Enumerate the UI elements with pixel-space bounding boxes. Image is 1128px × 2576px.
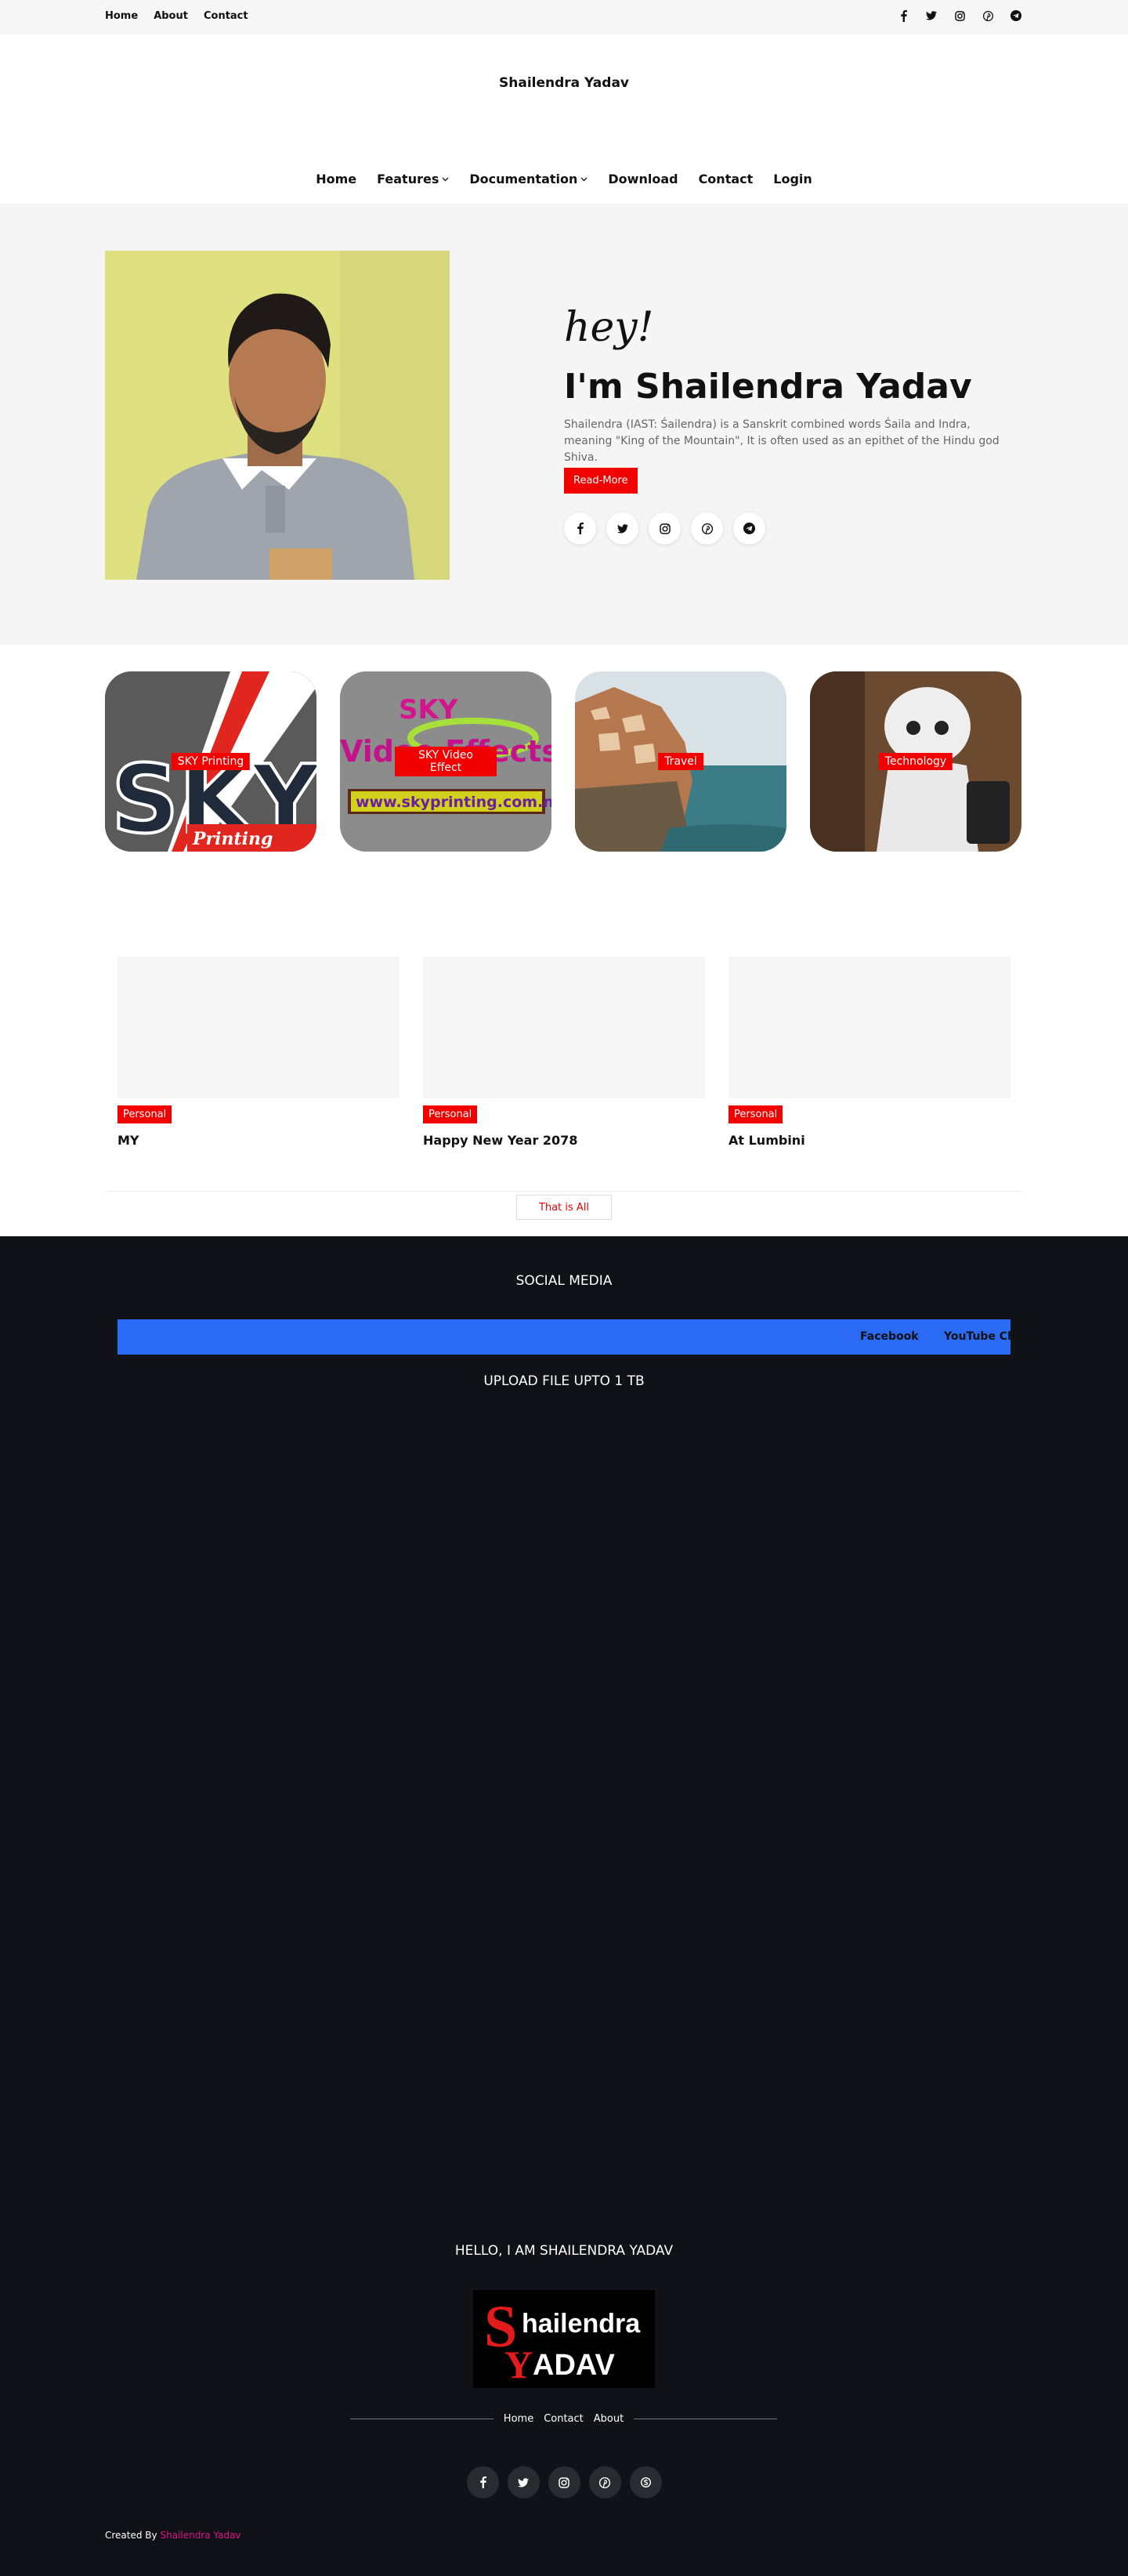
- post-thumbnail[interactable]: [118, 957, 400, 1098]
- skype-icon[interactable]: [629, 2466, 662, 2498]
- marquee-link-youtube[interactable]: YouTube Channel: [944, 1330, 1010, 1343]
- telegram-icon[interactable]: [1009, 9, 1023, 23]
- pinterest-icon[interactable]: [691, 512, 723, 545]
- posts-divider: [105, 1191, 1023, 1192]
- svg-text:Y: Y: [504, 2343, 533, 2386]
- footer-social-icons: [0, 2466, 1128, 2498]
- footer-link-contact[interactable]: Contact: [544, 2413, 584, 2425]
- facebook-icon[interactable]: [466, 2466, 499, 2498]
- footer-credit: Created By Shailendra Yadav: [105, 2530, 241, 2541]
- hero-greeting: hey!: [564, 304, 654, 351]
- post-card[interactable]: Personal Happy New Year 2078: [423, 957, 705, 1148]
- pinterest-icon[interactable]: [981, 9, 995, 23]
- svg-text:SKY: SKY: [399, 694, 458, 725]
- category-cards: SKY Printing SKY Printing SKY Video Effe…: [105, 671, 1021, 852]
- credit-prefix: Created By: [105, 2530, 157, 2541]
- social-marquee: Facebook YouTube Channel: [118, 1319, 1010, 1355]
- main-nav: Home Features Documentation Download Con…: [0, 172, 1128, 186]
- twitter-icon[interactable]: [924, 9, 938, 23]
- category-label: Technology: [878, 753, 953, 770]
- post-tag[interactable]: Personal: [728, 1105, 783, 1123]
- nav-item-label: Contact: [698, 172, 754, 186]
- read-more-button[interactable]: Read-More: [564, 468, 638, 494]
- instagram-icon[interactable]: [953, 9, 967, 23]
- hero-description: Shailendra (IAST: Śailendra) is a Sanskr…: [564, 418, 1000, 464]
- that-is-all-button[interactable]: That is All: [516, 1195, 612, 1220]
- post-tag[interactable]: Personal: [118, 1105, 172, 1123]
- post-title[interactable]: Happy New Year 2078: [423, 1133, 705, 1148]
- nav-item-label: Home: [316, 172, 357, 186]
- hero-section: hey! I'm Shailendra Yadav Shailendra (IA…: [0, 204, 1128, 645]
- footer-nav: Home Contact About: [350, 2413, 777, 2425]
- post-thumbnail[interactable]: [728, 957, 1010, 1098]
- credit-author-link[interactable]: Shailendra Yadav: [160, 2530, 240, 2541]
- nav-item-label: Login: [773, 172, 812, 186]
- twitter-icon[interactable]: [507, 2466, 540, 2498]
- hero-social-icons: [564, 512, 765, 545]
- top-link-about[interactable]: About: [154, 10, 188, 22]
- hello-heading: HELLO, I AM SHAILENDRA YADAV: [454, 2243, 674, 2259]
- nav-item-contact[interactable]: Contact: [699, 172, 754, 186]
- nav-item-download[interactable]: Download: [608, 172, 678, 186]
- telegram-icon[interactable]: [733, 512, 765, 545]
- category-label: SKY Printing: [171, 753, 251, 770]
- facebook-icon[interactable]: [564, 512, 596, 545]
- post-list: Personal MY Personal Happy New Year 2078…: [118, 957, 1010, 1148]
- footer-link-home[interactable]: Home: [504, 2413, 533, 2425]
- top-link-home[interactable]: Home: [105, 10, 138, 22]
- chevron-down-icon: [580, 177, 588, 181]
- profile-photo: [105, 251, 450, 580]
- footer-link-about[interactable]: About: [594, 2413, 624, 2425]
- top-links: Home About Contact: [105, 10, 248, 22]
- nav-item-features[interactable]: Features: [377, 172, 449, 186]
- top-social-icons: [896, 9, 1023, 23]
- svg-text:Printing: Printing: [192, 829, 273, 849]
- post-card[interactable]: Personal At Lumbini: [728, 957, 1010, 1148]
- marquee-link-facebook[interactable]: Facebook: [860, 1330, 919, 1343]
- footer: SOCIAL MEDIA Facebook YouTube Channel UP…: [0, 1236, 1128, 2576]
- nav-item-label: Download: [608, 172, 678, 186]
- nav-item-home[interactable]: Home: [316, 172, 356, 186]
- post-tag[interactable]: Personal: [423, 1105, 478, 1123]
- instagram-icon[interactable]: [548, 2466, 580, 2498]
- category-card-sky-printing[interactable]: SKY Printing SKY Printing: [105, 671, 316, 852]
- top-bar: Home About Contact: [0, 0, 1128, 34]
- upload-heading: UPLOAD FILE UPTO 1 TB: [483, 1373, 645, 1389]
- svg-text:ADAV: ADAV: [533, 2349, 616, 2382]
- svg-text:hailendra: hailendra: [522, 2309, 641, 2339]
- post-card[interactable]: Personal MY: [118, 957, 400, 1148]
- nav-item-label: Documentation: [469, 172, 578, 186]
- nav-item-documentation[interactable]: Documentation: [469, 172, 588, 186]
- category-card-sky-video-effect[interactable]: SKY Video Effects www.skyprinting.com.np…: [340, 671, 551, 852]
- social-media-heading: SOCIAL MEDIA: [515, 1273, 613, 1289]
- nav-item-login[interactable]: Login: [773, 172, 812, 186]
- nav-item-label: Features: [377, 172, 439, 186]
- pinterest-icon[interactable]: [588, 2466, 621, 2498]
- chevron-down-icon: [442, 177, 449, 181]
- top-link-contact[interactable]: Contact: [204, 10, 248, 22]
- post-title[interactable]: At Lumbini: [728, 1133, 1010, 1148]
- post-title[interactable]: MY: [118, 1133, 400, 1148]
- twitter-icon[interactable]: [606, 512, 638, 545]
- category-card-travel[interactable]: Travel: [575, 671, 786, 852]
- instagram-icon[interactable]: [649, 512, 681, 545]
- hero-heading: I'm Shailendra Yadav: [564, 367, 972, 407]
- category-label: SKY Video Effect: [395, 747, 497, 776]
- post-thumbnail[interactable]: [423, 957, 705, 1098]
- facebook-icon[interactable]: [896, 9, 910, 23]
- svg-text:www.skyprinting.com.np: www.skyprinting.com.np: [356, 794, 551, 811]
- site-logo[interactable]: S hailendra Y ADAV: [473, 2290, 655, 2388]
- site-title[interactable]: Shailendra Yadav: [0, 75, 1128, 91]
- category-card-technology[interactable]: Technology: [810, 671, 1021, 852]
- category-label: Travel: [658, 753, 703, 770]
